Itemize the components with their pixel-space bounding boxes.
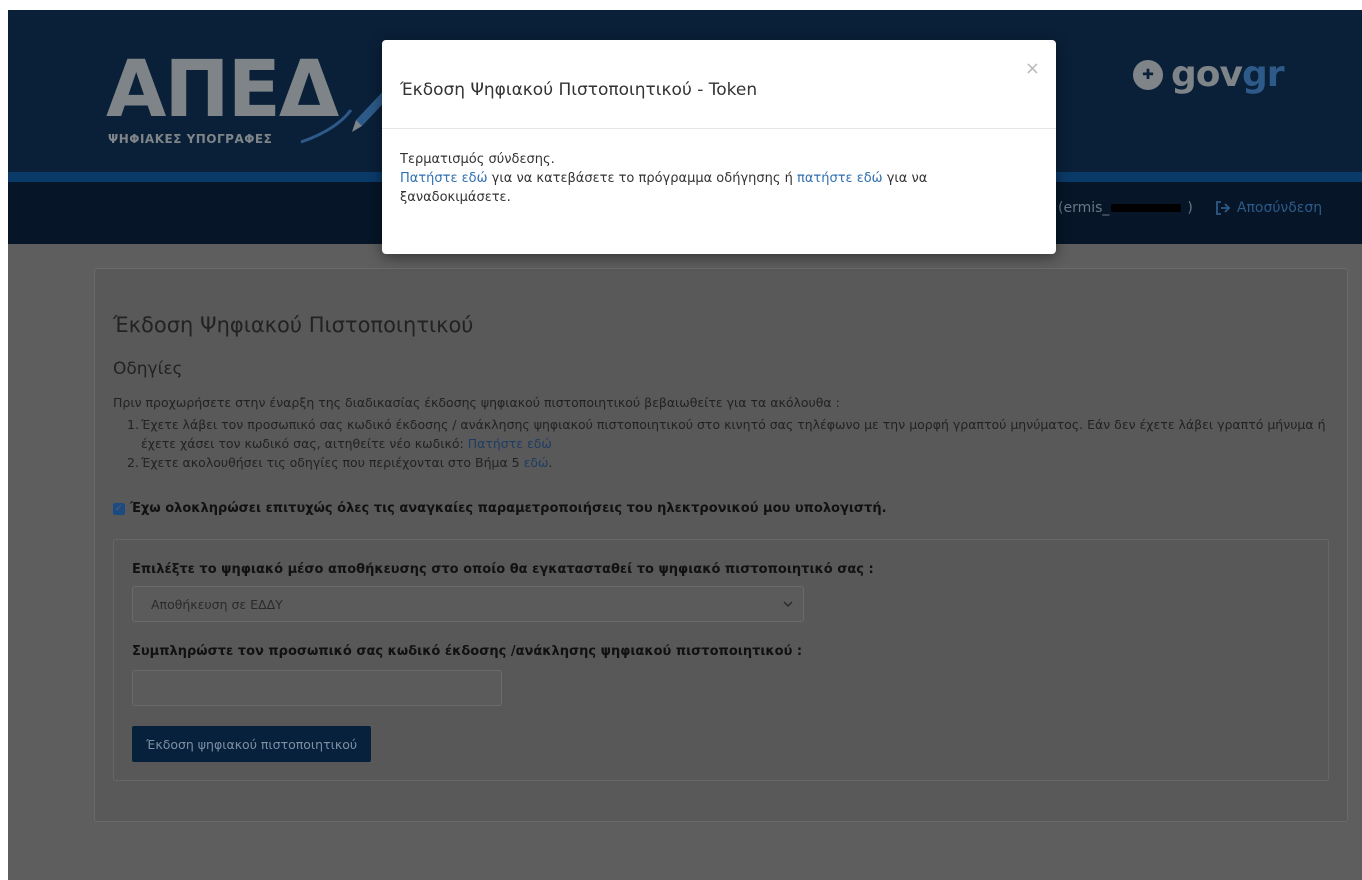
username: (ermis_ xyxy=(1058,200,1110,216)
media-label: Επιλέξτε το ψηφιακό μέσο αποθήκευσης στο… xyxy=(132,562,874,577)
step-number: 2. xyxy=(127,455,139,470)
govgr-brand: govgr xyxy=(1171,54,1284,95)
step-2-text: Έχετε ακολουθήσει τις οδηγίες που περιέχ… xyxy=(141,455,524,470)
list-item: 2. Έχετε ακολουθήσει τις οδηγίες που περ… xyxy=(127,453,1327,472)
govgr-suffix: gr xyxy=(1241,54,1285,95)
close-icon[interactable]: × xyxy=(1025,58,1040,79)
sign-out-icon xyxy=(1215,201,1231,215)
user-area: (ermis_ ) Αποσύνδεση xyxy=(1058,200,1322,216)
pen-icon xyxy=(300,86,394,144)
confirm-label[interactable]: Έχω ολοκληρώσει επιτυχώς όλες τις αναγκα… xyxy=(130,501,887,516)
instructions-title: Οδηγίες xyxy=(113,359,183,379)
confirm-row: ✓ Έχω ολοκληρώσει επιτυχώς όλες τις αναγ… xyxy=(113,501,887,516)
logout-link[interactable]: Αποσύνδεση xyxy=(1215,200,1322,216)
logo-subtitle: ΨΗΦΙΑΚΕΣ ΥΠΟΓΡΑΦΕΣ xyxy=(108,132,273,146)
step5-instructions-link[interactable]: εδώ xyxy=(524,455,549,470)
modal-header: Έκδοση Ψηφιακού Πιστοποιητικού - Token × xyxy=(382,40,1056,129)
step-2-tail: . xyxy=(548,455,553,470)
download-driver-link[interactable]: Πατήστε εδώ xyxy=(400,171,488,186)
govgr-prefix: gov xyxy=(1171,54,1243,95)
instructions-intro: Πριν προχωρήσετε στην έναρξη της διαδικα… xyxy=(113,395,840,410)
retry-link[interactable]: πατήστε εδώ xyxy=(797,171,883,186)
confirm-checkbox[interactable]: ✓ xyxy=(113,502,125,515)
code-label: Συμπληρώστε τον προσωπικό σας κωδικό έκδ… xyxy=(132,644,803,659)
username-close-paren: ) xyxy=(1187,200,1193,216)
token-modal: Έκδοση Ψηφιακού Πιστοποιητικού - Token ×… xyxy=(382,40,1056,254)
modal-instructions: Πατήστε εδώ για να κατεβάσετε το πρόγραμ… xyxy=(400,169,1020,207)
issue-certificate-button[interactable]: Έκδοση ψηφιακού πιστοποιητικού xyxy=(132,726,372,762)
step-text: Έχετε λάβει τον προσωπικό σας κωδικό έκδ… xyxy=(141,415,1327,453)
certificate-form: Επιλέξτε το ψηφιακό μέσο αποθήκευσης στο… xyxy=(113,539,1329,781)
step-text: Έχετε ακολουθήσει τις οδηγίες που περιέχ… xyxy=(141,453,552,472)
modal-text-mid: για να κατεβάσετε το πρόγραμμα οδήγησης … xyxy=(487,171,798,186)
page-title: Έκδοση Ψηφιακού Πιστοποιητικού xyxy=(113,313,474,337)
code-input[interactable] xyxy=(132,670,502,706)
step-number: 1. xyxy=(127,417,139,432)
modal-title: Έκδοση Ψηφιακού Πιστοποιητικού - Token xyxy=(400,80,758,100)
modal-message: Τερματισμός σύνδεσης. xyxy=(400,152,555,167)
media-selected-value: Αποθήκευση σε ΕΔΔΥ xyxy=(151,596,283,612)
new-code-link[interactable]: Πατήστε εδώ xyxy=(468,436,552,451)
govgr-logo[interactable]: ✚ govgr xyxy=(1133,54,1284,95)
app-window: ΑΠΕΔ ΨΗΦΙΑΚΕΣ ΥΠΟΓΡΑΦΕΣ ✚ govgr (ermis_ … xyxy=(8,10,1362,880)
modal-body: Τερματισμός σύνδεσης. Πατήστε εδώ για να… xyxy=(400,150,1020,207)
step-1-text: Έχετε λάβει τον προσωπικό σας κωδικό έκδ… xyxy=(141,417,1326,451)
greek-emblem-icon: ✚ xyxy=(1133,59,1163,90)
instructions-list: 1. Έχετε λάβει τον προσωπικό σας κωδικό … xyxy=(127,415,1327,472)
main-card: Έκδοση Ψηφιακού Πιστοποιητικού Οδηγίες Π… xyxy=(94,268,1348,822)
chevron-down-icon xyxy=(783,601,793,608)
username-redacted xyxy=(1111,204,1182,212)
logout-label: Αποσύνδεση xyxy=(1236,200,1323,216)
list-item: 1. Έχετε λάβει τον προσωπικό σας κωδικό … xyxy=(127,415,1327,453)
media-select[interactable]: Αποθήκευση σε ΕΔΔΥ xyxy=(132,586,804,622)
aped-logo[interactable]: ΑΠΕΔ ΨΗΦΙΑΚΕΣ ΥΠΟΓΡΑΦΕΣ xyxy=(106,50,396,160)
